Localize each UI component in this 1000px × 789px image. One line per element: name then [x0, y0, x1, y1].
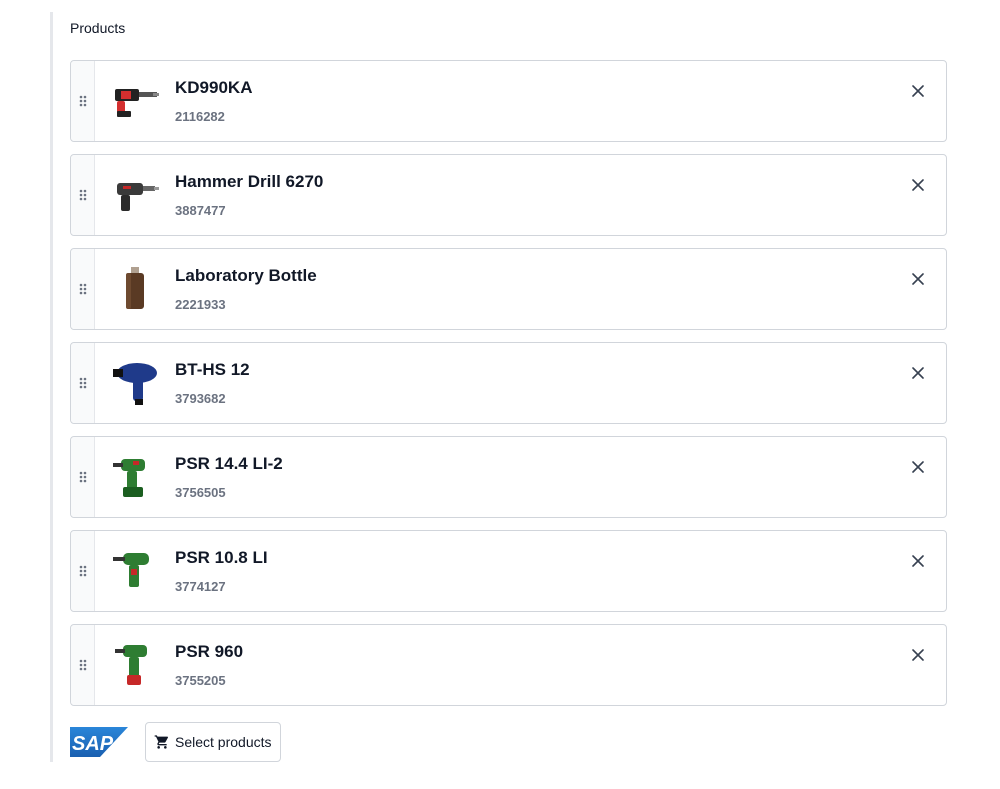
drag-handle-icon[interactable]: [71, 437, 95, 517]
select-products-label: Select products: [175, 734, 272, 750]
remove-product-button[interactable]: [908, 269, 928, 289]
product-card: KD990KA 2116282: [70, 60, 947, 142]
product-card: PSR 14.4 LI-2 3756505: [70, 436, 947, 518]
product-name: BT-HS 12: [175, 360, 250, 379]
field-label: Products: [70, 20, 126, 36]
product-list: KD990KA 2116282 Hammer Drill 6270 388747…: [70, 60, 947, 718]
product-sku: 2221933: [175, 297, 226, 312]
product-sku: 3756505: [175, 485, 226, 500]
product-card: BT-HS 12 3793682: [70, 342, 947, 424]
remove-product-button[interactable]: [908, 551, 928, 571]
close-icon: [912, 367, 924, 379]
product-card: PSR 960 3755205: [70, 624, 947, 706]
drag-handle-icon[interactable]: [71, 249, 95, 329]
cordless-drill-icon: [111, 453, 159, 501]
drag-handle-icon[interactable]: [71, 625, 95, 705]
product-card: PSR 10.8 LI 3774127: [70, 530, 947, 612]
remove-product-button[interactable]: [908, 363, 928, 383]
drag-handle-icon[interactable]: [71, 155, 95, 235]
bottle-icon: [111, 265, 159, 313]
product-name: PSR 960: [175, 642, 244, 661]
product-sku: 3793682: [175, 391, 226, 406]
product-name: PSR 10.8 LI: [175, 548, 268, 567]
product-name: PSR 14.4 LI-2: [175, 454, 283, 473]
close-icon: [912, 273, 924, 285]
field-left-border: [50, 12, 53, 762]
drag-handle-icon[interactable]: [71, 61, 95, 141]
remove-product-button[interactable]: [908, 81, 928, 101]
remove-product-button[interactable]: [908, 645, 928, 665]
product-sku: 3755205: [175, 673, 226, 688]
product-sku: 3887477: [175, 203, 226, 218]
hammer-drill-icon: [111, 171, 159, 219]
product-name: KD990KA: [175, 78, 253, 97]
drag-handle-icon[interactable]: [71, 343, 95, 423]
product-sku: 2116282: [175, 109, 225, 124]
close-icon: [912, 649, 924, 661]
rotary-hammer-icon: [111, 77, 159, 125]
cart-icon: [154, 735, 169, 749]
product-name: Hammer Drill 6270: [175, 172, 324, 191]
close-icon: [912, 555, 924, 567]
heat-gun-icon: [111, 359, 159, 407]
product-sku: 3774127: [175, 579, 226, 594]
close-icon: [912, 461, 924, 473]
select-products-button[interactable]: Select products: [145, 722, 281, 762]
close-icon: [912, 179, 924, 191]
close-icon: [912, 85, 924, 97]
sap-logo-text: SAP: [72, 733, 114, 755]
product-card: Hammer Drill 6270 3887477: [70, 154, 947, 236]
remove-product-button[interactable]: [908, 175, 928, 195]
cordless-drill-icon: [111, 547, 159, 595]
drag-handle-icon[interactable]: [71, 531, 95, 611]
cordless-drill-icon: [111, 641, 159, 689]
field-footer: SAP Select products: [70, 722, 281, 762]
remove-product-button[interactable]: [908, 457, 928, 477]
sap-logo: SAP: [70, 727, 128, 757]
product-card: Laboratory Bottle 2221933: [70, 248, 947, 330]
product-name: Laboratory Bottle: [175, 266, 317, 285]
